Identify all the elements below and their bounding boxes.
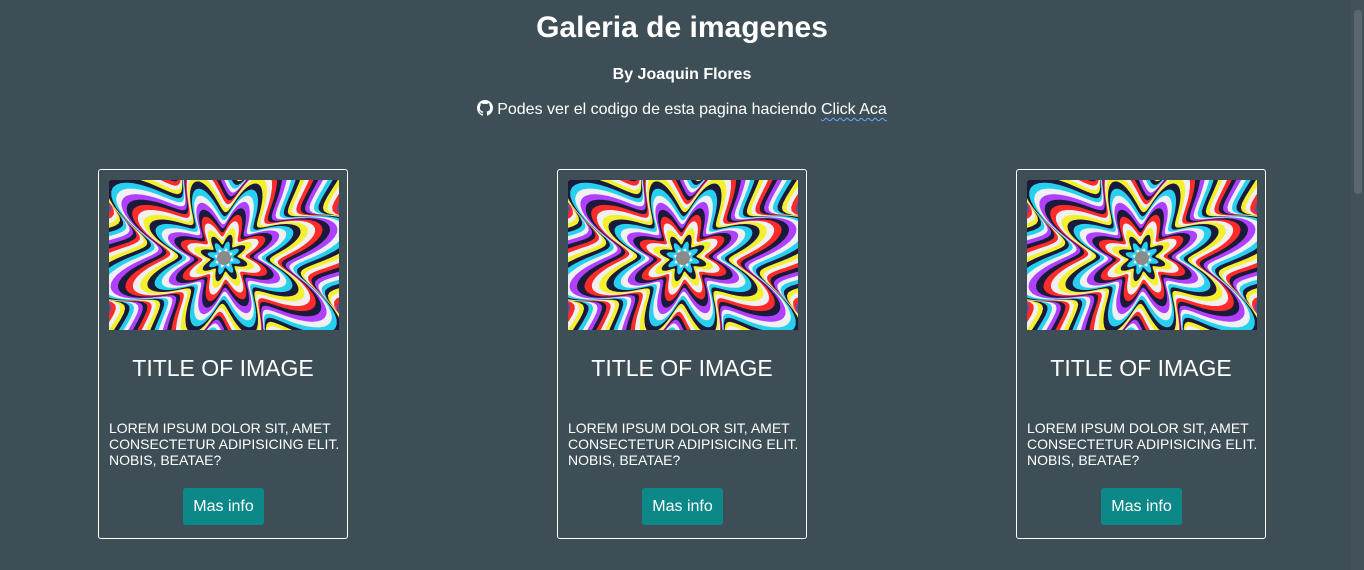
gallery-card: Title of image Lorem ipsum dolor sit, am…: [98, 169, 348, 539]
source-text: Podes ver el codigo de esta pagina hacie…: [497, 101, 817, 118]
source-code-line: Podes ver el codigo de esta pagina hacie…: [0, 100, 1364, 120]
gallery-card: Title of image Lorem ipsum dolor sit, am…: [1016, 169, 1266, 539]
scrollbar-thumb[interactable]: [1354, 10, 1362, 194]
gallery-card: Title of image Lorem ipsum dolor sit, am…: [557, 169, 807, 539]
psychedelic-flower-image: [109, 180, 339, 330]
card-text: Lorem ipsum dolor sit, amet consectetur …: [109, 420, 340, 468]
card-title: Title of image: [1050, 355, 1232, 381]
card-text: Lorem ipsum dolor sit, amet consectetur …: [568, 420, 799, 468]
card-text: Lorem ipsum dolor sit, amet consectetur …: [1027, 420, 1258, 468]
card-title: Title of image: [132, 355, 314, 381]
card-title: Title of image: [591, 355, 773, 381]
page: Galeria de imagenes By Joaquin Flores Po…: [0, 0, 1364, 570]
mas-info-button[interactable]: Mas info: [642, 488, 723, 525]
psychedelic-flower-image: [568, 180, 798, 330]
mas-info-button[interactable]: Mas info: [1101, 488, 1182, 525]
scrollbar[interactable]: [1351, 0, 1364, 570]
source-code-link[interactable]: Click Aca: [821, 101, 887, 118]
page-title: Galeria de imagenes: [536, 11, 828, 44]
mas-info-button[interactable]: Mas info: [183, 488, 264, 525]
author-byline: By Joaquin Flores: [612, 66, 752, 83]
psychedelic-flower-image: [1027, 180, 1257, 330]
github-icon: [477, 100, 497, 118]
